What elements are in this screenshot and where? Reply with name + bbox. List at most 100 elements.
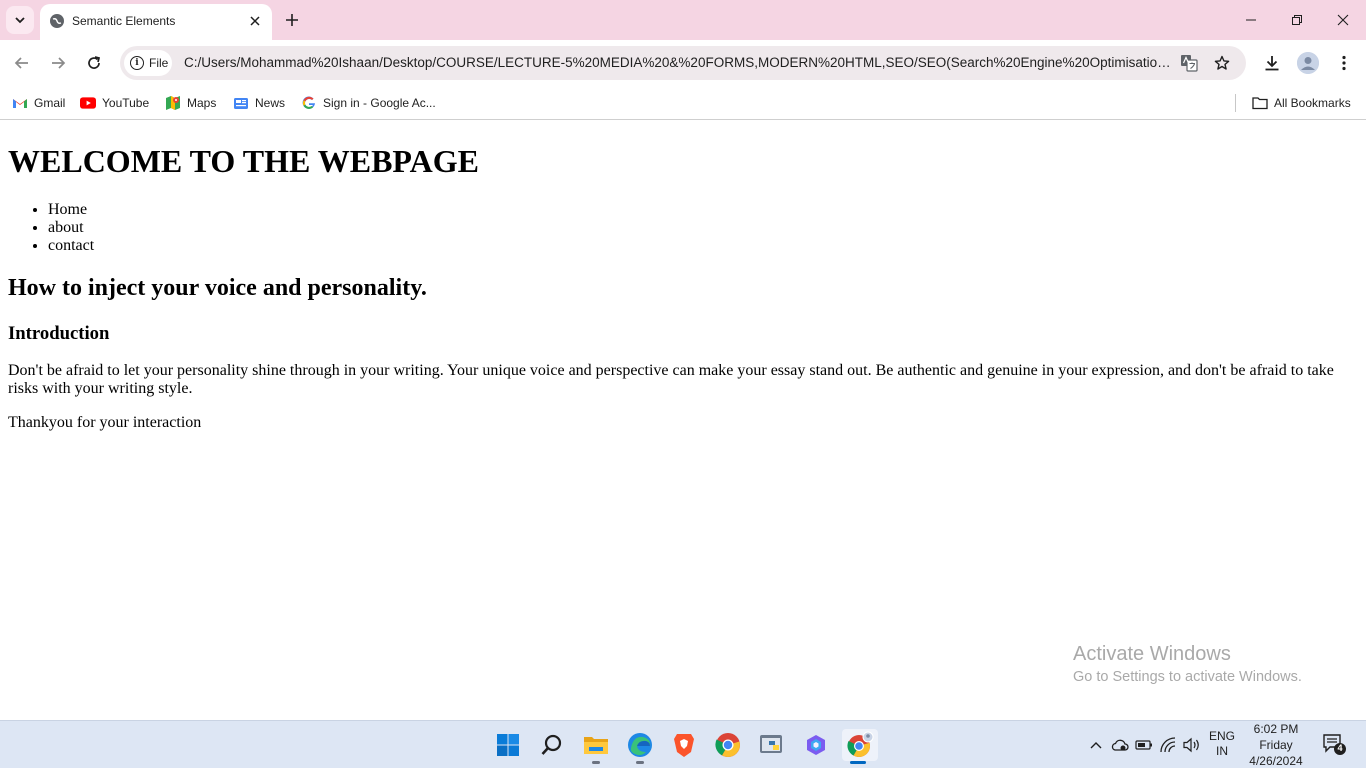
volume-button[interactable] xyxy=(1182,735,1202,755)
language-code: ENG xyxy=(1208,729,1235,743)
folder-icon xyxy=(1252,95,1268,111)
close-icon xyxy=(1337,14,1349,26)
news-icon xyxy=(233,95,249,111)
file-explorer-icon xyxy=(584,737,608,754)
network-button[interactable] xyxy=(1158,735,1178,755)
google-icon xyxy=(301,95,317,111)
onedrive-button[interactable] xyxy=(1110,735,1130,755)
language-indicator[interactable]: ENG IN xyxy=(1208,729,1236,759)
chrome-icon xyxy=(715,733,740,757)
taskbar-clock[interactable]: 6:02 PM Friday 4/26/2024 xyxy=(1244,721,1308,768)
menu-button[interactable] xyxy=(1330,49,1358,77)
avatar xyxy=(1297,52,1319,74)
language-region: IN xyxy=(1216,744,1228,758)
taskbar-file-explorer[interactable] xyxy=(580,729,612,764)
taskbar-brave[interactable] xyxy=(668,729,700,761)
bookmarks-bar: Gmail YouTube Maps News Sign in - Google… xyxy=(0,86,1366,120)
bookmark-news[interactable]: News xyxy=(233,93,285,113)
bookmark-youtube[interactable]: YouTube xyxy=(80,93,149,113)
speaker-icon xyxy=(1183,737,1199,753)
wifi-icon xyxy=(1160,737,1176,753)
start-icon xyxy=(497,734,519,756)
star-icon[interactable] xyxy=(1212,53,1232,73)
tab-search-button[interactable] xyxy=(6,6,34,34)
tab-title: Semantic Elements xyxy=(72,14,176,28)
youtube-icon xyxy=(80,95,96,111)
address-bar[interactable]: i File C:/Users/Mohammad%20Ishaan/Deskto… xyxy=(120,46,1246,80)
bookmark-gmail[interactable]: Gmail xyxy=(12,93,65,113)
notification-center-button[interactable]: 4 xyxy=(1322,733,1348,757)
taskbar-chrome-profile[interactable] xyxy=(842,729,878,764)
close-tab-icon[interactable] xyxy=(246,12,264,30)
battery-icon xyxy=(1135,740,1152,750)
bookmark-maps[interactable]: Maps xyxy=(165,93,216,113)
activate-windows-watermark: Activate Windows Go to Settings to activ… xyxy=(1073,643,1302,685)
restore-icon xyxy=(1292,15,1302,25)
restore-button[interactable] xyxy=(1274,6,1320,34)
kebab-menu-icon xyxy=(1342,55,1346,71)
reload-button[interactable] xyxy=(80,49,108,77)
info-icon: i xyxy=(130,56,144,70)
back-button[interactable] xyxy=(8,49,36,77)
active-tab[interactable]: Semantic Elements xyxy=(40,4,272,40)
url-text[interactable]: C:/Users/Mohammad%20Ishaan/Desktop/COURS… xyxy=(184,55,1174,70)
bookmark-label: Sign in - Google Ac... xyxy=(323,96,436,110)
article-title: How to inject your voice and personality… xyxy=(8,275,427,301)
arrow-right-icon xyxy=(52,57,66,69)
start-button[interactable] xyxy=(492,729,524,761)
nav-item-home: Home xyxy=(48,201,94,219)
closing-text: Thankyou for your interaction xyxy=(8,414,202,431)
all-bookmarks-label: All Bookmarks xyxy=(1274,96,1351,110)
profile-button[interactable] xyxy=(1294,49,1322,77)
bookmarks-divider xyxy=(1235,94,1236,112)
gmail-icon xyxy=(12,95,28,111)
site-info-chip[interactable]: i File xyxy=(124,50,172,76)
active-indicator xyxy=(850,761,866,764)
clock-date: 4/26/2024 xyxy=(1249,754,1303,768)
page-content: WELCOME TO THE WEBPAGE Home about contac… xyxy=(0,121,1366,719)
article-paragraph: Don't be afraid to let your personality … xyxy=(8,362,1334,397)
watermark-title: Activate Windows xyxy=(1073,643,1231,665)
taskbar-copilot[interactable] xyxy=(800,729,832,761)
taskbar-python-idle[interactable] xyxy=(756,729,788,761)
taskbar: ENG IN 6:02 PM Friday 4/26/2024 4 xyxy=(0,720,1366,768)
scheme-label: File xyxy=(149,56,169,70)
close-window-button[interactable] xyxy=(1320,6,1366,34)
show-hidden-icons-button[interactable] xyxy=(1086,735,1106,755)
bookmark-google-signin[interactable]: Sign in - Google Ac... xyxy=(301,93,436,113)
brave-icon xyxy=(674,734,694,757)
browser-toolbar: i File C:/Users/Mohammad%20Ishaan/Deskto… xyxy=(0,40,1366,86)
nav-item-contact: contact xyxy=(48,237,94,255)
page-heading: WELCOME TO THE WEBPAGE xyxy=(8,143,479,179)
running-indicator xyxy=(636,761,644,764)
maps-icon xyxy=(165,95,181,111)
arrow-left-icon xyxy=(14,57,28,69)
forward-button[interactable] xyxy=(44,49,72,77)
minimize-button[interactable] xyxy=(1228,6,1274,34)
clock-day: Friday xyxy=(1259,738,1293,752)
running-indicator xyxy=(592,761,600,764)
taskbar-edge[interactable] xyxy=(624,729,656,764)
new-tab-button[interactable] xyxy=(280,8,304,32)
search-icon xyxy=(541,734,562,755)
battery-button[interactable] xyxy=(1134,735,1154,755)
python-idle-icon xyxy=(760,735,782,753)
taskbar-search-button[interactable] xyxy=(536,729,568,761)
copilot-icon xyxy=(807,735,825,755)
nav-item-about: about xyxy=(48,219,94,237)
all-bookmarks-button[interactable]: All Bookmarks xyxy=(1252,93,1351,113)
notification-count: 4 xyxy=(1337,743,1343,753)
bookmark-label: News xyxy=(255,96,286,110)
downloads-button[interactable] xyxy=(1258,49,1286,77)
section-title: Introduction xyxy=(8,323,110,344)
globe-icon xyxy=(50,14,64,28)
bookmark-label: Maps xyxy=(187,96,217,110)
chevron-up-icon xyxy=(1090,742,1102,749)
tab-strip: Semantic Elements xyxy=(0,0,1366,40)
translate-icon[interactable] xyxy=(1179,53,1199,73)
minimize-icon xyxy=(1246,19,1256,21)
watermark-subtitle: Go to Settings to activate Windows. xyxy=(1073,669,1302,685)
clock-time: 6:02 PM xyxy=(1253,722,1299,736)
download-icon xyxy=(1265,56,1279,71)
taskbar-chrome[interactable] xyxy=(712,729,744,761)
